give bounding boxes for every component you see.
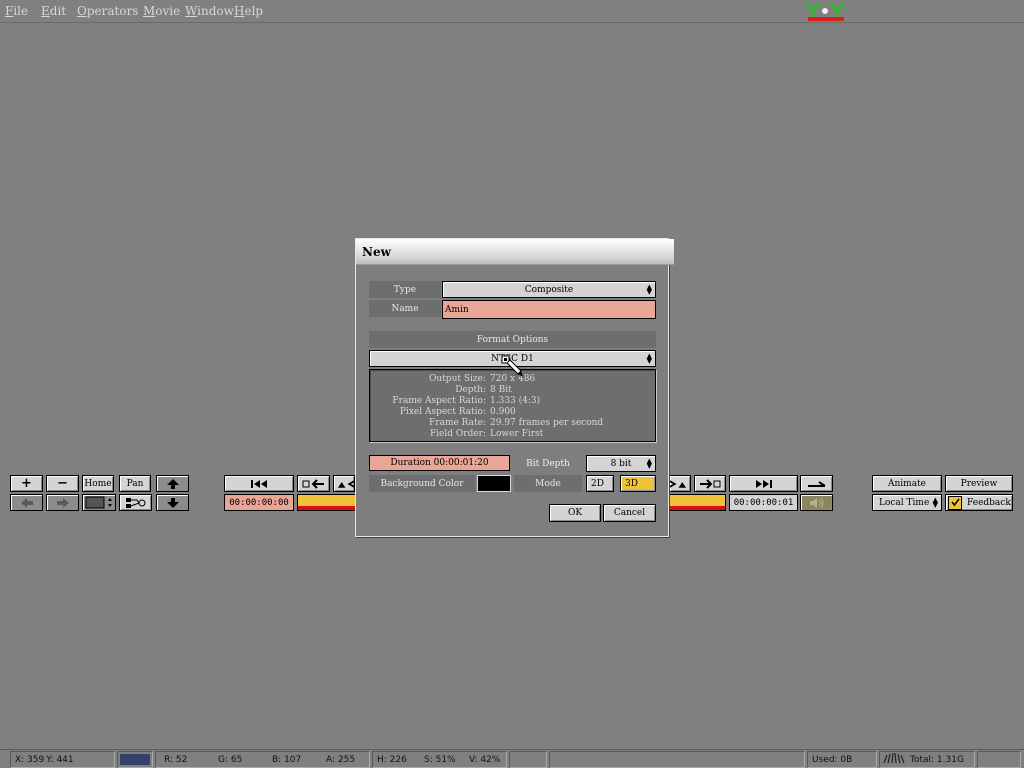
arrow-up-icon[interactable]	[156, 475, 189, 492]
duration-field[interactable]: Duration 00:00:01:20	[369, 455, 510, 471]
arrow-left-icon[interactable]	[10, 494, 43, 511]
info-depth: Depth: 8 Bit	[455, 385, 512, 395]
zoom-in-button[interactable]: +	[10, 475, 43, 492]
updown-arrows-icon: ▲ ▼	[646, 282, 652, 296]
set-out-point-icon[interactable]	[694, 475, 726, 492]
updown-arrows-icon: ▲ ▼	[646, 456, 652, 470]
rgba-readout: R: 52 G: 65 B: 107 A: 255	[155, 751, 370, 768]
loop-mode-icon[interactable]	[800, 475, 833, 492]
animate-button[interactable]: Animate	[872, 475, 942, 492]
keyframe-back-icon[interactable]	[333, 475, 355, 492]
type-select[interactable]: Composite ▲ ▼	[442, 281, 656, 298]
hand-cursor-icon	[501, 353, 527, 379]
color-swatch-selector[interactable]	[82, 494, 116, 511]
info-frame-rate: Frame Rate: 29.97 frames per second	[429, 418, 604, 428]
updown-arrows-icon: ▲ ▼	[932, 495, 938, 509]
bit-depth-select[interactable]: 8 bit ▲ ▼	[586, 455, 656, 472]
activity-spinner-icon	[882, 752, 906, 767]
updown-arrows-icon: ▲ ▼	[646, 351, 652, 365]
timeline-right[interactable]	[669, 494, 726, 511]
current-time-field[interactable]: 00:00:00:00	[224, 494, 294, 511]
ok-button[interactable]: OK	[549, 504, 601, 522]
arrow-right-icon[interactable]	[46, 494, 79, 511]
go-to-end-icon[interactable]	[729, 475, 798, 492]
memory-total: Total: 1.31G	[879, 751, 975, 768]
app-logo-icon	[804, 1, 848, 22]
bit-depth-value: 8 bit	[610, 458, 632, 469]
go-to-start-icon[interactable]	[224, 475, 294, 492]
keyframe-forward-icon[interactable]	[669, 475, 691, 492]
status-bar: X: 359 Y: 441 R: 52 G: 65 B: 107 A: 255 H…	[0, 749, 1024, 768]
bit-depth-label: Bit Depth	[514, 455, 582, 472]
pan-button[interactable]: Pan	[119, 475, 151, 492]
home-button[interactable]: Home	[82, 475, 114, 492]
arrow-down-icon[interactable]	[156, 494, 189, 511]
time-mode-select[interactable]: Local Time ▲ ▼	[872, 494, 942, 511]
memory-used: Used: 0B	[807, 751, 877, 768]
zoom-out-button[interactable]: −	[46, 475, 79, 492]
speaker-icon[interactable]	[800, 494, 833, 511]
background-color-label: Background Color	[369, 475, 475, 492]
end-time-field[interactable]: 00:00:00:01	[729, 494, 798, 511]
type-label: Type	[369, 281, 441, 298]
status-cell-empty-1	[509, 751, 547, 768]
background-color-swatch[interactable]	[477, 475, 511, 492]
menu-movie[interactable]: Movie	[143, 4, 180, 18]
name-input[interactable]: Amin	[442, 300, 656, 319]
menu-window[interactable]: Window	[185, 4, 234, 18]
feedback-label: Feedback	[967, 497, 1011, 508]
menu-help[interactable]: Help	[234, 4, 263, 18]
timeline-left[interactable]	[297, 494, 356, 511]
mode-label: Mode	[514, 475, 582, 492]
menu-file[interactable]: File	[5, 4, 28, 18]
menu-operators[interactable]: Operators	[77, 4, 138, 18]
mode-2d-button[interactable]: 2D	[586, 475, 614, 492]
format-info-box: Output Size: 720 x 486 Depth: 8 Bit Frame …	[369, 369, 656, 442]
set-in-point-icon[interactable]	[297, 475, 330, 492]
format-options-label: Format Options	[369, 331, 656, 348]
info-pixel-aspect: Pixel Aspect Ratio: 0.900	[399, 407, 516, 417]
preview-button[interactable]: Preview	[945, 475, 1013, 492]
menu-bar: File Edit Operators Movie Window Help	[0, 0, 1024, 23]
menu-edit[interactable]: Edit	[41, 4, 66, 18]
cursor-coords: X: 359 Y: 441	[10, 751, 115, 768]
status-message	[549, 751, 805, 768]
hsv-readout: H: 226 S: 51% V: 42%	[372, 751, 507, 768]
status-cell-empty-2	[977, 751, 1021, 768]
time-mode-value: Local Time	[879, 497, 930, 508]
node-link-icon[interactable]	[119, 494, 152, 511]
type-value: Composite	[524, 284, 574, 295]
cancel-button[interactable]: Cancel	[603, 504, 656, 522]
feedback-toggle[interactable]: Feedback	[945, 494, 1013, 511]
pixel-color-swatch	[117, 751, 153, 768]
mode-3d-button[interactable]: 3D	[620, 475, 656, 492]
dialog-title: New	[356, 239, 674, 265]
name-label: Name	[369, 300, 441, 317]
new-dialog: New Type Composite ▲ ▼ Name Amin Format O…	[355, 238, 674, 537]
info-field-order: Field Order: Lower First	[429, 429, 544, 439]
info-frame-aspect: Frame Aspect Ratio: 1.333 (4:3)	[392, 396, 541, 406]
checkbox-checked-icon[interactable]	[948, 495, 962, 510]
